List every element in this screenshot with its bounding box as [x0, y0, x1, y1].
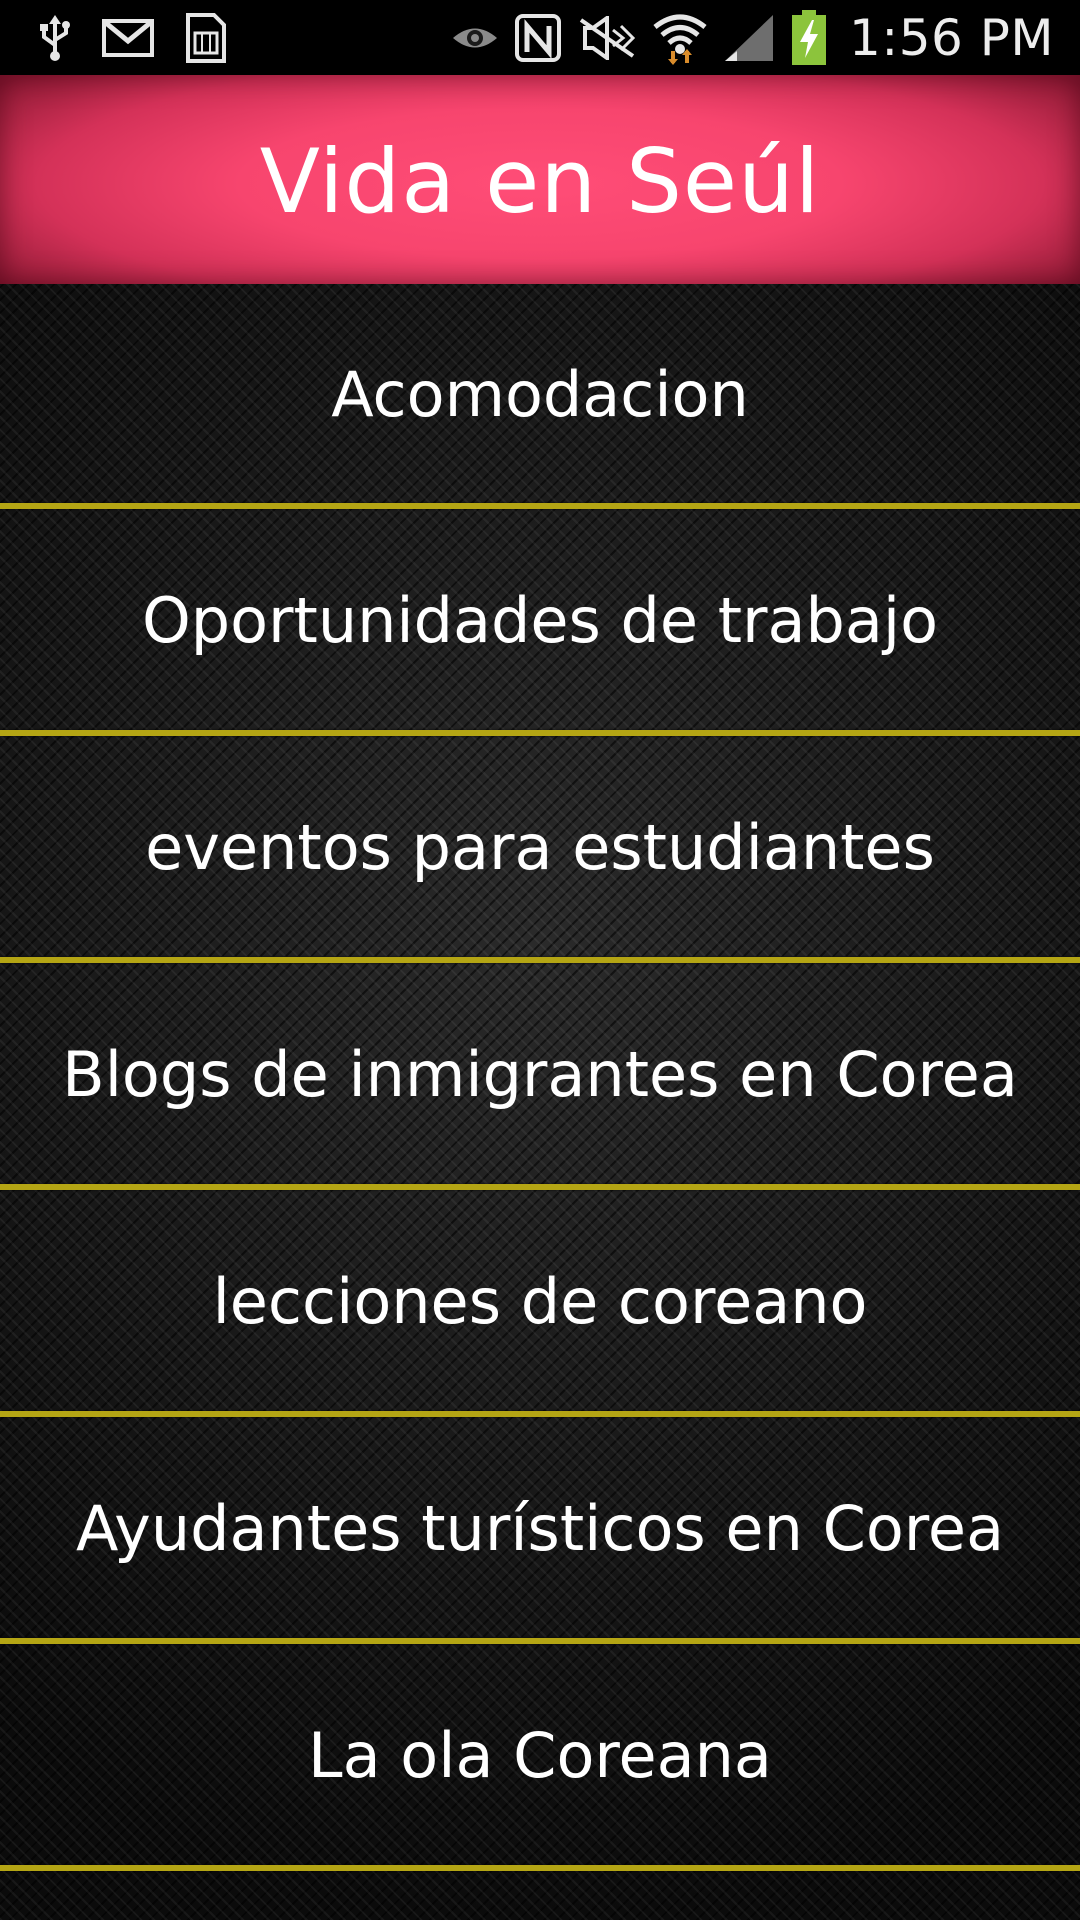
sim-card-icon: [184, 12, 228, 63]
menu-divider: [0, 1411, 1080, 1417]
menu-divider: [0, 503, 1080, 509]
menu-item-la-ola-coreana[interactable]: La ola Coreana: [0, 1645, 1080, 1865]
menu-divider: [0, 1865, 1080, 1871]
usb-icon: [38, 14, 72, 61]
menu-item-label: Ayudantes turísticos en Corea: [75, 1491, 1005, 1565]
menu-item-acomodacion[interactable]: Acomodacion: [0, 284, 1080, 504]
menu-item-label: lecciones de coreano: [212, 1264, 868, 1338]
status-bar-left: [38, 0, 228, 75]
mute-icon: [577, 15, 637, 60]
wifi-icon: [653, 11, 707, 65]
page-title: Vida en Seúl: [259, 130, 821, 233]
menu-item-label: eventos para estudiantes: [145, 810, 935, 884]
app-header: Vida en Seúl: [0, 75, 1080, 284]
gmail-icon: [102, 18, 154, 57]
menu-divider: [0, 957, 1080, 963]
menu-item-lecciones-de-coreano[interactable]: lecciones de coreano: [0, 1191, 1080, 1411]
menu-item-oportunidades-de-trabajo[interactable]: Oportunidades de trabajo: [0, 510, 1080, 730]
menu-divider: [0, 1638, 1080, 1644]
clock: 1:56 PM: [849, 8, 1054, 67]
menu-item-eventos-para-estudiantes[interactable]: eventos para estudiantes: [0, 737, 1080, 957]
signal-icon: [723, 13, 775, 63]
menu-item-label: Blogs de inmigrantes en Corea: [62, 1037, 1018, 1111]
menu-item-label: La ola Coreana: [308, 1718, 772, 1792]
battery-charging-icon: [791, 9, 827, 66]
eye-icon: [451, 21, 499, 55]
menu-item-ayudantes-turisticos[interactable]: Ayudantes turísticos en Corea: [0, 1418, 1080, 1638]
menu-divider: [0, 730, 1080, 736]
menu-list: Acomodacion Oportunidades de trabajo eve…: [0, 284, 1080, 1920]
menu-item-label: Oportunidades de trabajo: [141, 583, 939, 657]
status-bar-right: 1:56 PM: [451, 0, 1054, 75]
screen: 1:56 PM Vida en Seúl Acomodacion Oportun…: [0, 0, 1080, 1920]
menu-divider: [0, 1184, 1080, 1190]
menu-item-blogs-de-inmigrantes[interactable]: Blogs de inmigrantes en Corea: [0, 964, 1080, 1184]
nfc-icon: [515, 13, 562, 62]
status-bar: 1:56 PM: [0, 0, 1080, 75]
menu-item-label: Acomodacion: [331, 357, 749, 431]
